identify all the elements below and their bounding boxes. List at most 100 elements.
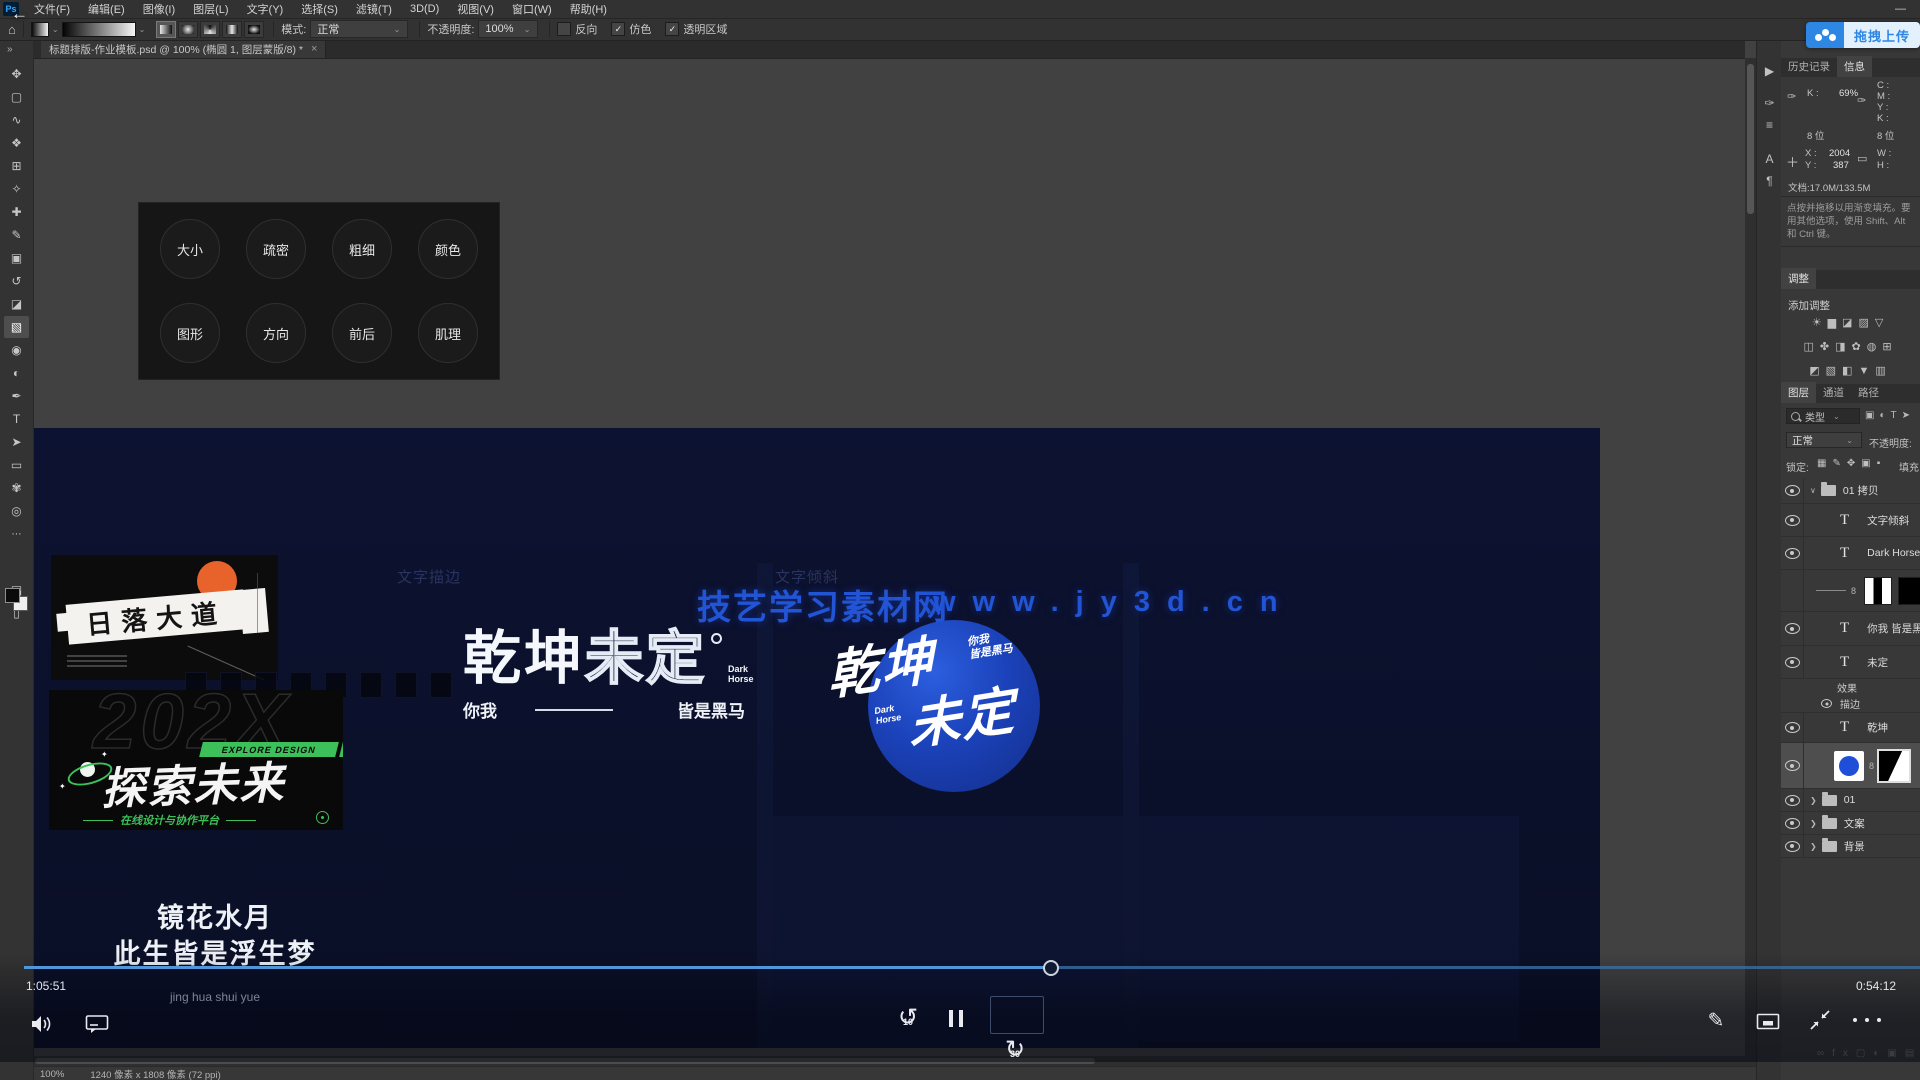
hand-tool[interactable]: ✾ xyxy=(4,477,29,499)
layer-row-text[interactable]: T 未定 xyxy=(1781,646,1920,679)
lock-artboard-icon[interactable]: ▣ xyxy=(1861,458,1876,469)
color-lookup-icon[interactable]: ⊞ xyxy=(1882,341,1897,353)
tab-layers[interactable]: 图层 xyxy=(1781,382,1816,403)
lasso-tool[interactable]: ∿ xyxy=(4,109,29,131)
brightness-icon[interactable]: ☀ xyxy=(1812,317,1828,329)
topic-button[interactable]: 粗细 xyxy=(332,219,392,279)
mini-player-button[interactable] xyxy=(1754,1010,1782,1032)
layer-style-icon[interactable]: fx xyxy=(1832,1048,1856,1059)
tab-paths[interactable]: 路径 xyxy=(1851,382,1886,403)
reflected-gradient-button[interactable] xyxy=(222,21,242,38)
menu-view[interactable]: 视图(V) xyxy=(448,0,503,18)
visibility-toggle[interactable] xyxy=(1781,812,1804,834)
chevron-down-icon[interactable]: ⌄ xyxy=(139,25,146,34)
visibility-toggle[interactable] xyxy=(1781,789,1804,811)
blur-tool[interactable]: ◉ xyxy=(4,339,29,361)
gradient-map-icon[interactable]: ▼ xyxy=(1858,365,1875,377)
progress-bar-remaining[interactable] xyxy=(1050,966,1920,969)
layer-row-text[interactable]: T 乾坤 xyxy=(1781,713,1920,743)
visibility-toggle[interactable] xyxy=(1781,743,1804,788)
gradient-preset-icon[interactable] xyxy=(31,22,49,37)
link-layers-icon[interactable]: ∞ xyxy=(1817,1048,1832,1059)
window-minimize-button[interactable]: — xyxy=(1881,3,1920,15)
layer-blend-mode-select[interactable]: 正常⌄ xyxy=(1786,432,1862,448)
back-arrow-icon[interactable]: ← xyxy=(11,4,28,24)
character-panel-icon[interactable]: A xyxy=(1757,152,1782,166)
actions-panel-icon[interactable]: ▶ xyxy=(1757,64,1782,78)
layer-row-gradient[interactable]: 8 xyxy=(1781,570,1920,612)
document-tab[interactable]: 标题排版-作业模板.psd @ 100% (椭圆 1, 图层蒙版/8) * × xyxy=(41,40,326,58)
layer-row-text[interactable]: T 你我 皆是黑马 xyxy=(1781,612,1920,646)
lock-transparency-icon[interactable]: ▦ xyxy=(1817,458,1832,469)
menu-3d[interactable]: 3D(D) xyxy=(401,0,448,18)
layer-effects-header[interactable]: 效果 xyxy=(1781,679,1920,695)
menu-help[interactable]: 帮助(H) xyxy=(561,0,616,18)
add-mask-icon[interactable]: ▢ xyxy=(1856,1048,1873,1059)
reverse-checkbox[interactable] xyxy=(557,22,571,36)
visibility-toggle[interactable] xyxy=(1781,612,1804,645)
gradient-thumbnail[interactable] xyxy=(1864,577,1892,605)
layer-effect-stroke[interactable]: 描边 xyxy=(1781,695,1920,713)
tab-info[interactable]: 信息 xyxy=(1837,56,1872,77)
scrollbar-thumb[interactable] xyxy=(1747,64,1754,214)
angle-gradient-button[interactable] xyxy=(200,21,220,38)
type-tool[interactable]: T xyxy=(4,408,29,430)
topic-button[interactable]: 前后 xyxy=(332,303,392,363)
chevron-down-icon[interactable]: ⌄ xyxy=(52,25,59,34)
color-swatches[interactable] xyxy=(5,588,29,612)
horizontal-scrollbar[interactable] xyxy=(33,1056,1745,1066)
tab-channels[interactable]: 通道 xyxy=(1816,382,1851,403)
zoom-tool[interactable]: ◎ xyxy=(4,500,29,522)
vibrance-icon[interactable]: ▽ xyxy=(1875,317,1889,329)
tab-adjustments[interactable]: 调整 xyxy=(1781,268,1816,289)
vertical-scrollbar[interactable] xyxy=(1745,58,1756,1066)
zoom-level[interactable]: 100% xyxy=(40,1069,64,1080)
brush-tool[interactable]: ✎ xyxy=(4,224,29,246)
filter-pixel-icon[interactable]: ▣ xyxy=(1865,410,1879,421)
layer-row-selected-shape[interactable]: 8 xyxy=(1781,743,1920,789)
exit-fullscreen-button[interactable] xyxy=(1806,1006,1834,1034)
quick-selection-tool[interactable]: ❖ xyxy=(4,132,29,154)
topic-button[interactable]: 大小 xyxy=(160,219,220,279)
photo-filter-icon[interactable]: ✿ xyxy=(1851,341,1866,353)
curves-icon[interactable]: ◪ xyxy=(1842,317,1858,329)
topic-button[interactable]: 颜色 xyxy=(418,219,478,279)
color-balance-icon[interactable]: ✤ xyxy=(1820,341,1835,353)
canvas-area[interactable]: 大小 疏密 粗细 颜色 图形 方向 前后 肌理 文字描边 文字倾斜 技艺学习素材… xyxy=(33,58,1745,1066)
lock-all-icon[interactable]: ▪ xyxy=(1877,458,1887,469)
menu-edit[interactable]: 编辑(E) xyxy=(79,0,134,18)
eye-icon[interactable] xyxy=(1821,699,1832,708)
visibility-toggle[interactable] xyxy=(1781,570,1804,611)
history-brush-tool[interactable]: ↺ xyxy=(4,270,29,292)
path-selection-tool[interactable]: ➤ xyxy=(4,431,29,453)
exposure-icon[interactable]: ▨ xyxy=(1858,317,1874,329)
diamond-gradient-button[interactable] xyxy=(244,21,264,38)
layer-row-text[interactable]: T Dark Horse xyxy=(1781,537,1920,570)
menu-filter[interactable]: 滤镜(T) xyxy=(347,0,401,18)
hue-saturation-icon[interactable]: ◫ xyxy=(1803,341,1819,353)
subtitles-button[interactable] xyxy=(84,1012,110,1036)
topic-button[interactable]: 疏密 xyxy=(246,219,306,279)
new-adjustment-icon[interactable]: ◐ xyxy=(1873,1048,1887,1059)
topic-button[interactable]: 方向 xyxy=(246,303,306,363)
delete-layer-icon[interactable]: ▤ xyxy=(1905,1048,1920,1059)
paragraph-panel-icon[interactable]: ¶ xyxy=(1757,174,1782,188)
visibility-toggle[interactable] xyxy=(1781,646,1804,678)
posterize-icon[interactable]: ▧ xyxy=(1826,365,1842,377)
menu-window[interactable]: 窗口(W) xyxy=(503,0,561,18)
visibility-toggle[interactable] xyxy=(1781,537,1804,569)
lock-pixels-icon[interactable]: ✎ xyxy=(1832,458,1846,469)
linear-gradient-button[interactable] xyxy=(156,21,176,38)
eraser-tool[interactable]: ◪ xyxy=(4,293,29,315)
marquee-tool[interactable]: ▢ xyxy=(4,86,29,108)
healing-brush-tool[interactable]: ✚ xyxy=(4,201,29,223)
close-icon[interactable]: × xyxy=(311,43,317,55)
mask-thumbnail[interactable] xyxy=(1898,577,1920,605)
volume-button[interactable] xyxy=(28,1010,56,1038)
pen-tool[interactable]: ✒ xyxy=(4,385,29,407)
layer-row-group[interactable]: ❯ 文案 xyxy=(1781,812,1920,835)
topic-button[interactable]: 图形 xyxy=(160,303,220,363)
tab-history[interactable]: 历史记录 xyxy=(1781,56,1837,77)
new-group-icon[interactable]: ▣ xyxy=(1887,1048,1904,1059)
blend-mode-select[interactable]: 正常⌄ xyxy=(310,20,408,38)
